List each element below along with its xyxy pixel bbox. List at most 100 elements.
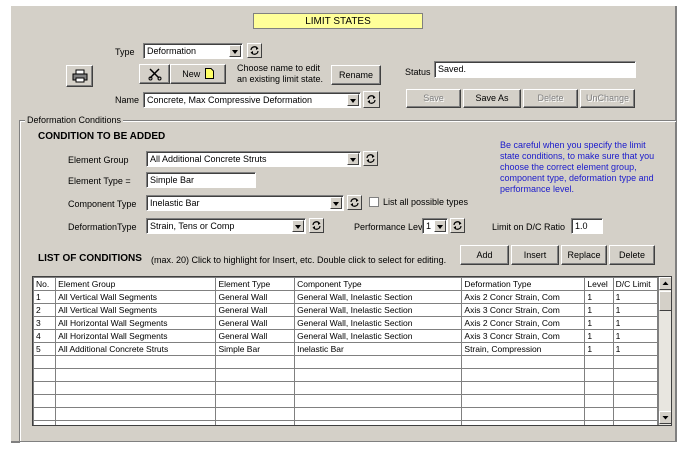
table-cell bbox=[294, 355, 463, 369]
table-cell: 1 bbox=[612, 316, 659, 330]
column-header[interactable]: No. bbox=[33, 277, 57, 291]
column-header[interactable]: Deformation Type bbox=[461, 277, 586, 291]
column-header[interactable]: Component Type bbox=[294, 277, 463, 291]
column-header[interactable]: D/C Limit bbox=[612, 277, 659, 291]
insert-button[interactable]: Insert bbox=[511, 245, 559, 265]
deformation-type-refresh-button[interactable] bbox=[309, 218, 324, 233]
replace-button[interactable]: Replace bbox=[561, 245, 607, 265]
component-type-dropdown[interactable]: Inelastic Bar bbox=[146, 195, 344, 211]
table-row[interactable]: 3 All Horizontal Wall Segments General Wal… bbox=[33, 316, 659, 330]
save-as-button[interactable]: Save As bbox=[463, 89, 521, 108]
chevron-up-icon bbox=[662, 281, 669, 285]
table-cell: 1 bbox=[584, 342, 614, 356]
chevron-down-icon[interactable] bbox=[347, 94, 359, 106]
table-cell bbox=[33, 368, 57, 382]
table-cell bbox=[294, 407, 463, 421]
add-button[interactable]: Add bbox=[460, 245, 509, 265]
table-cell: 5 bbox=[33, 342, 57, 356]
table-cell bbox=[461, 407, 586, 421]
element-group-refresh-button[interactable] bbox=[363, 151, 378, 166]
printer-icon bbox=[72, 69, 87, 83]
limit-field[interactable]: 1.0 bbox=[571, 218, 603, 234]
chevron-down-icon[interactable] bbox=[330, 197, 342, 209]
component-type-refresh-button[interactable] bbox=[347, 195, 362, 210]
type-dropdown[interactable]: Deformation bbox=[143, 43, 243, 59]
table-cell: General Wall, Inelastic Section bbox=[294, 290, 463, 304]
list-title: LIST OF CONDITIONS bbox=[38, 253, 142, 264]
scroll-thumb[interactable] bbox=[659, 291, 671, 311]
table-cell bbox=[612, 368, 659, 382]
table-cell bbox=[584, 394, 614, 408]
table-cell: General Wall bbox=[215, 316, 296, 330]
list-all-checkbox[interactable] bbox=[369, 197, 379, 207]
column-header[interactable]: Element Type bbox=[215, 277, 296, 291]
table-cell bbox=[55, 394, 217, 408]
table-cell: General Wall, Inelastic Section bbox=[294, 316, 463, 330]
table-cell: 1 bbox=[612, 303, 659, 317]
table-cell bbox=[612, 394, 659, 408]
cut-button[interactable] bbox=[139, 64, 170, 84]
table-row[interactable]: 2 All Vertical Wall Segments General Wall G… bbox=[33, 303, 659, 317]
performance-level-dropdown[interactable]: 1 bbox=[422, 218, 448, 234]
delete-limit-button[interactable]: Delete bbox=[523, 89, 578, 108]
table-cell: Simple Bar bbox=[215, 342, 296, 356]
table-cell bbox=[33, 420, 57, 425]
performance-level-label: Performance Level bbox=[354, 222, 430, 232]
rename-button[interactable]: Rename bbox=[331, 65, 381, 85]
conditions-table: No. Element Group Element Type Component Ty… bbox=[33, 277, 659, 425]
table-cell bbox=[294, 394, 463, 408]
table-row[interactable] bbox=[33, 420, 659, 425]
list-subtitle: (max. 20) Click to highlight for Insert,… bbox=[151, 255, 447, 265]
element-type-field[interactable]: Simple Bar bbox=[146, 172, 256, 188]
table-cell: 1 bbox=[584, 290, 614, 304]
chevron-down-icon[interactable] bbox=[292, 220, 304, 232]
deformation-type-label: DeformationType bbox=[68, 222, 137, 232]
table-scrollbar[interactable] bbox=[658, 277, 671, 425]
table-row[interactable]: 5 All Additional Concrete Struts Simple Ba… bbox=[33, 342, 659, 356]
type-refresh-button[interactable] bbox=[247, 43, 262, 58]
condition-section-title: CONDITION TO BE ADDED bbox=[38, 131, 166, 142]
table-row[interactable] bbox=[33, 407, 659, 421]
table-cell bbox=[461, 394, 586, 408]
refresh-icon bbox=[250, 46, 259, 55]
element-group-dropdown[interactable]: All Additional Concrete Struts bbox=[146, 151, 361, 167]
status-label: Status bbox=[405, 67, 431, 77]
chevron-down-icon[interactable] bbox=[229, 45, 241, 57]
name-refresh-button[interactable] bbox=[363, 91, 380, 108]
table-cell: 1 bbox=[612, 342, 659, 356]
refresh-icon bbox=[350, 198, 359, 207]
delete-condition-button[interactable]: Delete bbox=[609, 245, 655, 265]
conditions-table-container: No. Element Group Element Type Component Ty… bbox=[32, 276, 672, 426]
table-cell bbox=[55, 355, 217, 369]
new-button[interactable]: New bbox=[170, 64, 226, 84]
scissors-icon bbox=[148, 68, 161, 81]
table-row[interactable] bbox=[33, 394, 659, 408]
save-button[interactable]: Save bbox=[406, 89, 461, 108]
table-cell: 1 bbox=[584, 303, 614, 317]
deformation-type-dropdown[interactable]: Strain, Tens or Comp bbox=[146, 218, 306, 234]
chevron-down-icon[interactable] bbox=[434, 220, 446, 232]
table-cell bbox=[215, 394, 296, 408]
scroll-down-button[interactable] bbox=[659, 411, 671, 424]
table-cell bbox=[461, 420, 586, 425]
deformation-type-value: Strain, Tens or Comp bbox=[150, 221, 235, 231]
performance-level-refresh-button[interactable] bbox=[450, 218, 465, 233]
table-cell bbox=[612, 407, 659, 421]
table-cell: Axis 3 Concr Strain, Com bbox=[461, 329, 586, 343]
column-header[interactable]: Element Group bbox=[55, 277, 217, 291]
chevron-down-icon[interactable] bbox=[347, 153, 359, 165]
table-row[interactable] bbox=[33, 381, 659, 395]
column-header[interactable]: Level bbox=[584, 277, 614, 291]
name-dropdown[interactable]: Concrete, Max Compressive Deformation bbox=[143, 92, 361, 108]
table-row[interactable]: 1 All Vertical Wall Segments General Wall G… bbox=[33, 290, 659, 304]
table-row[interactable] bbox=[33, 368, 659, 382]
element-group-value: All Additional Concrete Struts bbox=[150, 154, 267, 164]
table-cell bbox=[55, 420, 217, 425]
print-button[interactable] bbox=[66, 65, 93, 87]
unchange-button[interactable]: UnChange bbox=[580, 89, 635, 108]
table-row[interactable]: 4 All Horizontal Wall Segments General Wal… bbox=[33, 329, 659, 343]
table-row[interactable] bbox=[33, 355, 659, 369]
table-cell bbox=[215, 368, 296, 382]
table-cell: All Horizontal Wall Segments bbox=[55, 316, 217, 330]
scroll-up-button[interactable] bbox=[659, 277, 671, 290]
